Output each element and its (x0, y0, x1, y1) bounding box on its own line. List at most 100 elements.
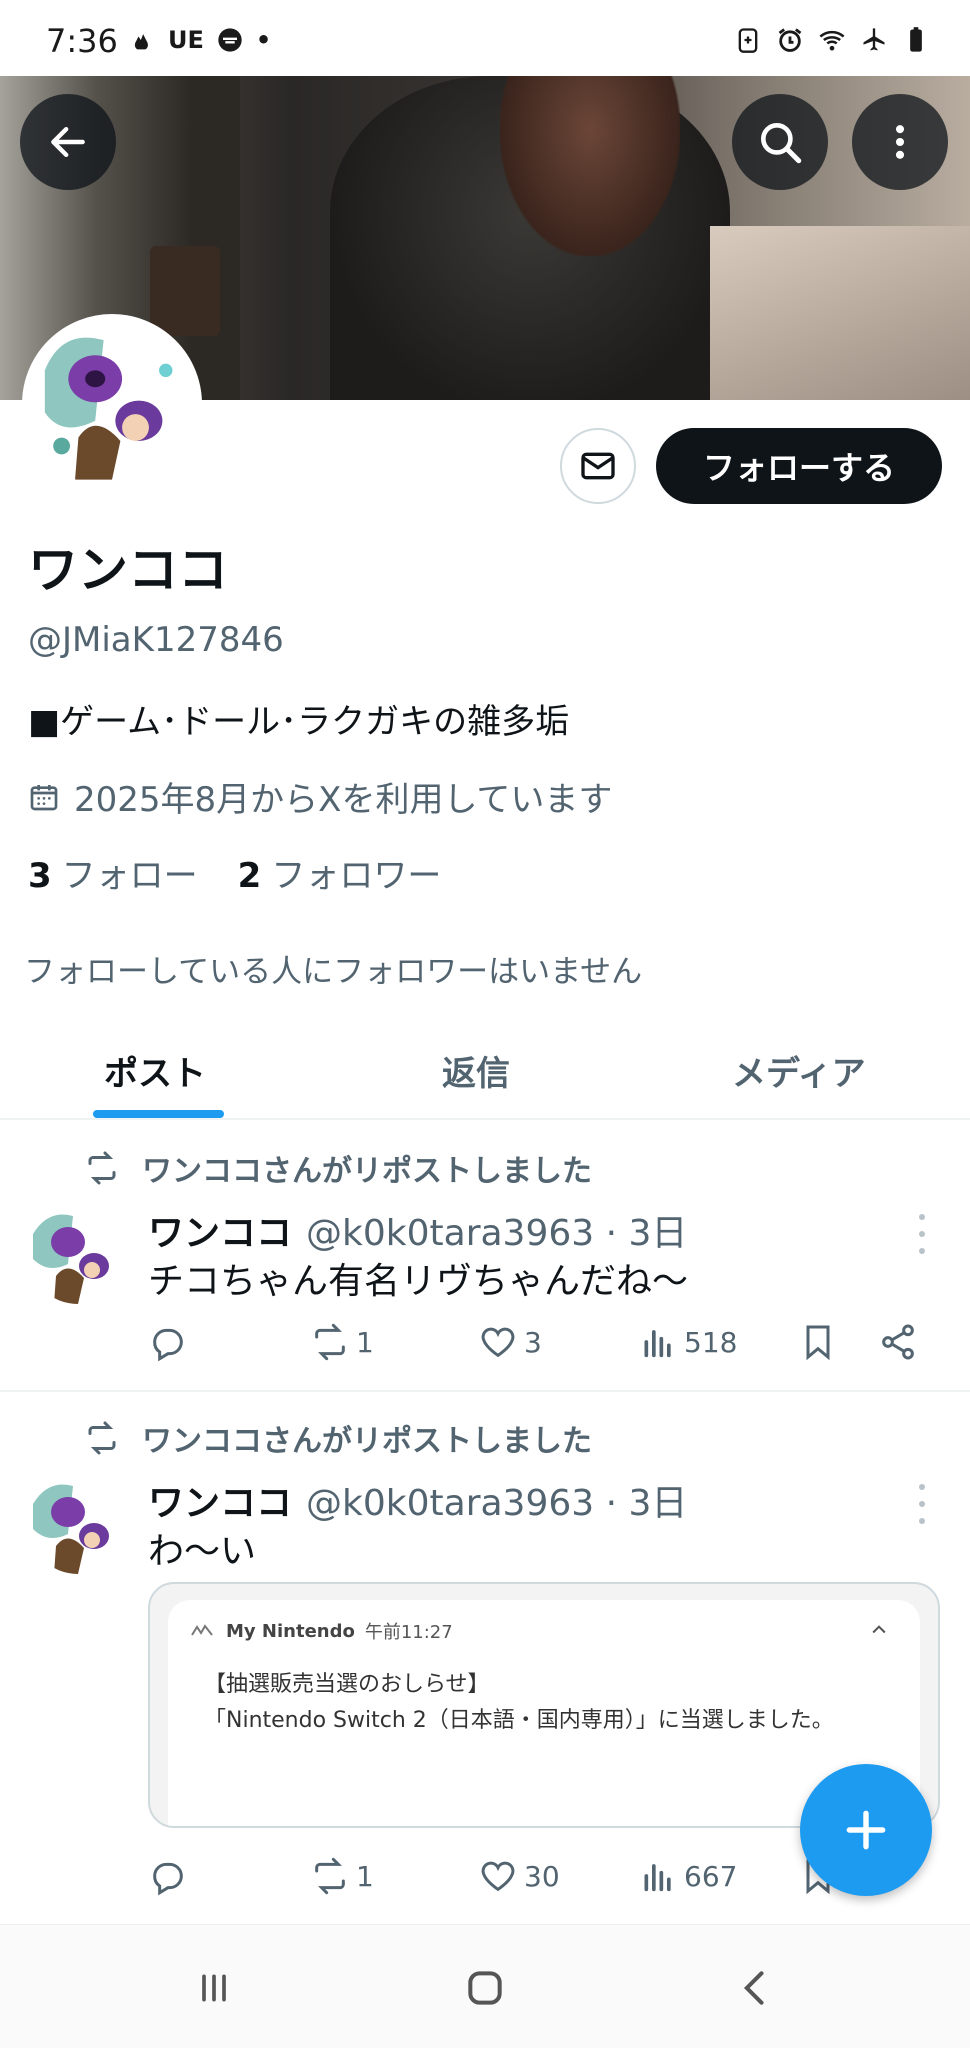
plus-icon (846, 1810, 886, 1850)
profile-avatar[interactable] (22, 314, 202, 494)
repost-label: ワンココさんがリポストしました (142, 1424, 592, 1459)
reply-button[interactable] (148, 1322, 194, 1362)
post-handle-time: @k0k0tara3963 · 3日 (306, 1483, 688, 1524)
tab-active-indicator (93, 1110, 224, 1118)
repost-indicator: ワンココさんがリポストしました (84, 1416, 592, 1460)
joined-date: 2025年8月からXを利用しています (28, 772, 612, 821)
calendar-icon (30, 784, 58, 810)
heart-icon (481, 1327, 515, 1358)
share-button[interactable] (878, 1322, 918, 1362)
followers-link[interactable]: 2 フォロワー (238, 848, 442, 897)
post-author-name[interactable]: ワンココ (148, 1204, 292, 1256)
follow-button[interactable]: フォローする (656, 428, 942, 504)
repost-icon (88, 1421, 116, 1455)
status-bar: 7:36 UE • (0, 0, 970, 76)
home-icon (468, 1971, 502, 2005)
battery-saver-icon (738, 28, 758, 53)
views-chart-icon (644, 1330, 671, 1358)
notification-icon (134, 34, 148, 50)
search-icon (761, 123, 802, 164)
heart-icon (481, 1861, 515, 1892)
tab-posts[interactable]: ポスト (104, 1046, 206, 1095)
tab-media[interactable]: メディア (732, 1046, 866, 1095)
notification-title: 【抽選販売当選のおしらせ】 (204, 1672, 490, 1697)
back-button[interactable] (20, 94, 116, 190)
joined-text: 2025年8月からXを利用しています (74, 780, 613, 820)
status-right-icons (734, 26, 930, 54)
repost-icon (315, 1323, 345, 1361)
repost-count: 1 (356, 1325, 374, 1359)
reply-icon (153, 1862, 183, 1896)
repost-count: 1 (356, 1859, 374, 1893)
airplane-icon (863, 28, 885, 51)
status-time: 7:36 (46, 22, 118, 60)
bookmark-icon (806, 1325, 830, 1361)
post-avatar[interactable] (28, 1204, 128, 1304)
post-more-button[interactable] (912, 1214, 932, 1254)
app-logo-icon (191, 1624, 213, 1636)
share-icon (882, 1324, 914, 1360)
post-author-name[interactable]: ワンココ (148, 1474, 292, 1526)
status-left-icons: UE • (128, 26, 271, 54)
banner-door-handle (150, 246, 220, 336)
arrow-left-icon (51, 126, 85, 158)
like-button[interactable]: 30 (478, 1856, 560, 1896)
repost-icon (88, 1151, 116, 1185)
search-button[interactable] (732, 94, 828, 190)
avatar-image (28, 1204, 128, 1304)
notification-body: 「Nintendo Switch 2（日本語・国内専用）」に当選しました。 (204, 1708, 834, 1733)
repost-indicator: ワンココさんがリポストしました (84, 1146, 592, 1190)
bookmark-button[interactable] (798, 1322, 838, 1362)
more-vertical-icon (895, 125, 905, 159)
repost-icon (315, 1857, 345, 1895)
post-header: ワンココ @k0k0tara3963 · 3日 (148, 1474, 687, 1526)
envelope-icon (581, 452, 615, 480)
home-button[interactable] (455, 1965, 515, 2011)
banner-bed (710, 226, 970, 400)
post-avatar[interactable] (28, 1474, 128, 1574)
repost-button[interactable]: 1 (310, 1322, 374, 1362)
follow-counts: 3 フォロー 2 フォロワー (28, 848, 441, 897)
post-more-button[interactable] (912, 1484, 932, 1524)
status-dot: • (255, 26, 272, 54)
avatar-image (28, 1474, 128, 1574)
recent-apps-button[interactable] (184, 1965, 244, 2011)
message-button[interactable] (560, 428, 636, 504)
following-count: 3 (28, 856, 52, 896)
repost-button[interactable]: 1 (310, 1856, 374, 1896)
mutual-followers-note: フォローしている人にフォロワーはいません (24, 954, 643, 990)
post-actions: 1 3 518 (148, 1322, 928, 1370)
like-count: 30 (524, 1859, 560, 1893)
like-count: 3 (524, 1325, 542, 1359)
wifi-icon (819, 30, 845, 51)
repost-label: ワンココさんがリポストしました (142, 1154, 592, 1189)
profile-name: ワンココ (28, 541, 228, 599)
tab-replies[interactable]: 返信 (442, 1046, 510, 1095)
following-link[interactable]: 3 フォロー (28, 848, 198, 897)
ue-label: UE (168, 26, 204, 54)
post-item[interactable]: ワンココさんがリポストしました ワンココ @k0k0tara3963 · 3日 … (0, 1122, 970, 1390)
system-nav-bar (0, 1924, 970, 2048)
chevron-left-icon (743, 1971, 764, 2005)
views-chart-icon (644, 1864, 671, 1892)
post-text: チコちゃん有名リヴちゃんだね〜 (148, 1261, 689, 1302)
compose-post-button[interactable] (800, 1764, 932, 1896)
more-button[interactable] (852, 94, 948, 190)
profile-tabs: ポスト 返信 メディア (0, 1020, 970, 1120)
notification-header: My Nintendo 午前11:27 (190, 1618, 453, 1644)
notification-time: 午前11:27 (364, 1622, 453, 1643)
reply-button[interactable] (148, 1856, 194, 1896)
back-nav-button[interactable] (726, 1965, 786, 2011)
following-label: フォロー (61, 856, 198, 896)
views-button[interactable]: 518 (638, 1322, 737, 1362)
chevron-up-icon (872, 1625, 886, 1634)
app-notification-icon (218, 28, 242, 52)
banner-hair (500, 76, 680, 256)
profile-handle: @JMiaK127846 (28, 620, 284, 660)
views-button[interactable]: 667 (638, 1856, 737, 1896)
profile-bio: ■ゲーム･ドール･ラクガキの雑多垢 (28, 702, 570, 742)
view-count: 518 (684, 1325, 738, 1359)
reply-icon (153, 1328, 183, 1362)
like-button[interactable]: 3 (478, 1322, 542, 1362)
battery-icon (910, 27, 922, 52)
